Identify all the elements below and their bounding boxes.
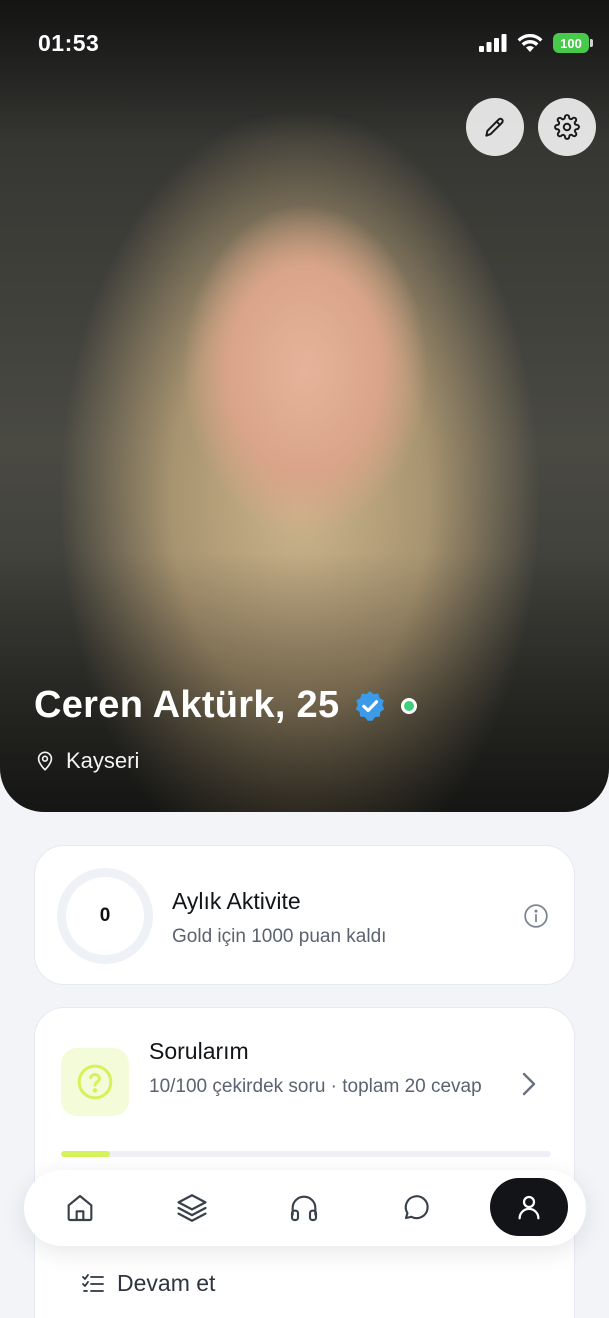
chevron-right-icon[interactable] (519, 1070, 539, 1098)
edit-icon (485, 117, 504, 137)
battery-icon: 100 (553, 33, 593, 53)
status-bar: 01:53 100 (0, 0, 609, 90)
questions-subtitle: 10/100 çekirdek soru · toplam 20 cevap (149, 1076, 482, 1097)
activity-title: Aylık Aktivite (172, 888, 301, 914)
nav-messages[interactable] (388, 1180, 444, 1236)
question-circle-icon (77, 1064, 113, 1100)
status-time: 01:53 (38, 30, 100, 56)
activity-score-ring: 0 (57, 868, 153, 964)
questions-title: Sorularım (149, 1038, 249, 1064)
edit-profile-button[interactable] (466, 98, 524, 156)
layers-icon (177, 1194, 207, 1222)
questions-progress-fill (61, 1151, 110, 1157)
nav-home[interactable] (52, 1180, 108, 1236)
signal-icon (479, 34, 507, 52)
profile-name-row: Ceren Aktürk, 25 (34, 684, 418, 727)
verified-badge-icon (356, 690, 385, 721)
continue-label: Devam et (117, 1270, 216, 1296)
location-label: Kayseri (66, 748, 140, 773)
home-icon (67, 1194, 93, 1222)
location-row: Kayseri (34, 748, 139, 774)
chat-icon (404, 1195, 429, 1220)
activity-subtitle: Gold için 1000 puan kaldı (172, 926, 387, 947)
nav-audio[interactable] (276, 1180, 332, 1236)
question-icon-box (61, 1048, 129, 1116)
location-pin-icon (37, 751, 53, 771)
checklist-icon (82, 1273, 104, 1292)
wifi-icon (517, 33, 543, 52)
settings-button[interactable] (538, 98, 596, 156)
my-questions-card[interactable]: Sorularım 10/100 çekirdek soru · toplam … (34, 1007, 575, 1318)
activity-score: 0 (99, 905, 111, 926)
info-icon[interactable] (523, 903, 549, 929)
nav-profile[interactable] (490, 1178, 568, 1236)
monthly-activity-card[interactable]: 0 Aylık Aktivite Gold için 1000 puan kal… (34, 845, 575, 985)
profile-name: Ceren Aktürk, 25 (34, 684, 340, 726)
continue-button[interactable]: Devam et (81, 1270, 215, 1297)
questions-progress-bar (61, 1151, 551, 1157)
headphones-icon (290, 1195, 318, 1222)
settings-icon (554, 114, 580, 140)
status-icons: 100 (479, 33, 593, 53)
online-status-dot (401, 697, 418, 714)
nav-discover[interactable] (164, 1180, 220, 1236)
bottom-navigation (24, 1170, 586, 1246)
profile-icon (518, 1195, 540, 1220)
